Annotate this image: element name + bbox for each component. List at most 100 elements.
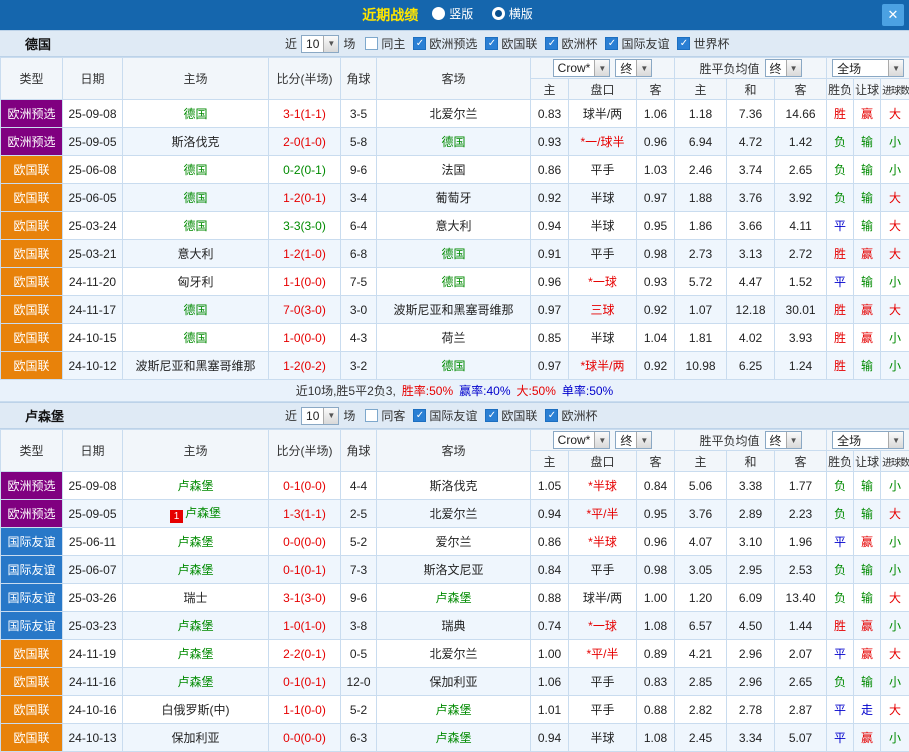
col-header-handicap-result: 让球 — [854, 79, 881, 100]
checkbox-icon — [365, 409, 378, 422]
col-header-home: 主场 — [123, 430, 269, 472]
avg-draw-odds: 2.96 — [727, 668, 775, 696]
handicap-home-odds: 0.83 — [531, 100, 569, 128]
filter-checkbox-friendly[interactable]: 国际友谊 — [605, 35, 669, 52]
match-row: 欧国联 24-11-17 德国 7-0(3-0) 3-0 波斯尼亚和黑塞哥维那 … — [1, 296, 909, 324]
home-team-name: 匈牙利 — [177, 275, 213, 289]
match-date: 24-10-12 — [63, 352, 123, 380]
avg-draw-odds: 4.47 — [727, 268, 775, 296]
avg-stage-select[interactable]: 终▼ — [765, 59, 802, 77]
home-team: 斯洛伐克 — [123, 128, 269, 156]
filter-checkbox-euro[interactable]: 欧洲杯 — [545, 35, 597, 52]
scope-select[interactable]: 全场▼ — [832, 431, 904, 449]
result-handicap: 输 — [854, 156, 881, 184]
filter-checkbox-euro-qualifier[interactable]: 欧洲预选 — [413, 35, 477, 52]
away-team: 北爱尔兰 — [377, 500, 531, 528]
home-team-name: 德国 — [183, 303, 207, 317]
filter-checkbox-same-away[interactable]: 同客 — [365, 407, 405, 424]
filter-checkbox-nations-league[interactable]: 欧国联 — [485, 35, 537, 52]
handicap-home-odds: 0.97 — [531, 352, 569, 380]
handicap-stage-select[interactable]: 终▼ — [615, 59, 652, 77]
avg-draw-odds: 2.95 — [727, 556, 775, 584]
home-team-name: 卢森堡 — [177, 675, 213, 689]
handicap-away-odds: 1.06 — [637, 100, 675, 128]
scope-select[interactable]: 全场▼ — [832, 59, 904, 77]
handicap-home-odds: 0.88 — [531, 584, 569, 612]
col-header-avg-draw: 和 — [727, 79, 775, 100]
handicap-away-odds: 1.08 — [637, 724, 675, 752]
recent-count-select[interactable]: 10▼ — [301, 407, 339, 425]
handicap-line: 平手 — [569, 156, 637, 184]
home-team: 卢森堡 — [123, 640, 269, 668]
radio-horizontal[interactable]: 横版 — [492, 5, 533, 22]
filter-checkbox-nations-league[interactable]: 欧国联 — [485, 407, 537, 424]
handicap-home-odds: 0.96 — [531, 268, 569, 296]
filter-checkbox-euro[interactable]: 欧洲杯 — [545, 407, 597, 424]
competition-type-badge: 欧国联 — [1, 156, 63, 184]
filter-checkbox-friendly[interactable]: 国际友谊 — [413, 407, 477, 424]
handicap-home-odds: 1.05 — [531, 472, 569, 500]
checkbox-icon — [485, 409, 498, 422]
avg-draw-odds: 3.66 — [727, 212, 775, 240]
near-label: 近 — [285, 35, 297, 52]
match-row: 欧国联 25-06-08 德国 0-2(0-1) 9-6 法国 0.86 平手 … — [1, 156, 909, 184]
filter-checkbox-worldcup[interactable]: 世界杯 — [677, 35, 729, 52]
result-winloss: 胜 — [827, 100, 854, 128]
avg-home-odds: 5.72 — [675, 268, 727, 296]
avg-stage-select[interactable]: 终▼ — [765, 431, 802, 449]
result-winloss: 胜 — [827, 352, 854, 380]
corners: 3-0 — [341, 296, 377, 324]
filter-checkbox-same-home[interactable]: 同主 — [365, 35, 405, 52]
checkbox-icon — [365, 37, 378, 50]
col-header-avg-away: 客 — [775, 79, 827, 100]
avg-away-odds: 3.92 — [775, 184, 827, 212]
result-winloss: 负 — [827, 584, 854, 612]
home-team-name: 德国 — [183, 331, 207, 345]
corners: 6-8 — [341, 240, 377, 268]
bookmaker-select[interactable]: Crow*▼ — [553, 59, 611, 77]
recent-range: 近 10▼ 场 — [285, 407, 355, 425]
result-goals: 大 — [881, 184, 909, 212]
home-team-name: 保加利亚 — [171, 731, 219, 745]
radio-icon — [432, 7, 445, 20]
match-date: 25-09-08 — [63, 472, 123, 500]
result-winloss: 胜 — [827, 240, 854, 268]
bookmaker-select[interactable]: Crow*▼ — [553, 431, 611, 449]
match-row: 欧国联 25-03-21 意大利 1-2(1-0) 6-8 德国 0.91 平手… — [1, 240, 909, 268]
avg-home-odds: 1.07 — [675, 296, 727, 324]
handicap-stage-select[interactable]: 终▼ — [615, 431, 652, 449]
away-team-name: 斯洛文尼亚 — [423, 563, 483, 577]
col-header-hcap-home: 主 — [531, 451, 569, 472]
avg-away-odds: 2.53 — [775, 556, 827, 584]
avg-home-odds: 1.88 — [675, 184, 727, 212]
close-button[interactable]: ✕ — [882, 4, 904, 26]
handicap-home-odds: 0.93 — [531, 128, 569, 156]
result-goals: 小 — [881, 472, 909, 500]
match-date: 25-09-08 — [63, 100, 123, 128]
avg-home-odds: 5.06 — [675, 472, 727, 500]
away-team-name: 德国 — [441, 135, 465, 149]
result-winloss: 平 — [827, 696, 854, 724]
home-team: 卢森堡 — [123, 668, 269, 696]
summary-cover-rate: 赢率:40% — [459, 382, 510, 399]
competition-type-badge: 国际友谊 — [1, 528, 63, 556]
home-team: 德国 — [123, 324, 269, 352]
score: 3-3(3-0) — [269, 212, 341, 240]
handicap-home-odds: 1.06 — [531, 668, 569, 696]
handicap-line: *一/球半 — [569, 128, 637, 156]
match-date: 25-09-05 — [63, 500, 123, 528]
home-team-name: 波斯尼亚和黑塞哥维那 — [135, 359, 255, 373]
radio-vertical[interactable]: 竖版 — [432, 5, 473, 22]
col-header-type: 类型 — [1, 430, 63, 472]
avg-away-odds: 5.07 — [775, 724, 827, 752]
handicap-line: 球半/两 — [569, 584, 637, 612]
home-team: 德国 — [123, 156, 269, 184]
match-date: 24-10-16 — [63, 696, 123, 724]
result-winloss: 胜 — [827, 612, 854, 640]
col-header-score: 比分(半场) — [269, 58, 341, 100]
avg-away-odds: 1.24 — [775, 352, 827, 380]
checkbox-label: 欧国联 — [501, 35, 537, 52]
match-date: 24-10-15 — [63, 324, 123, 352]
away-team: 荷兰 — [377, 324, 531, 352]
recent-count-select[interactable]: 10▼ — [301, 35, 339, 53]
